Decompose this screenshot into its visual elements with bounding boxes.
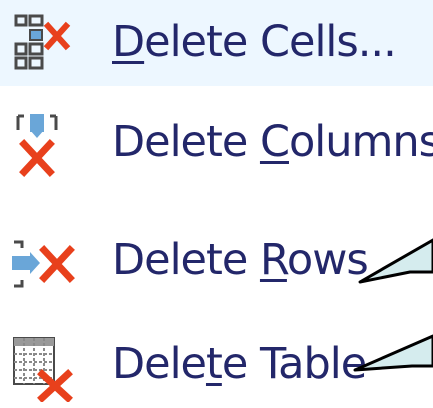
access-key: t xyxy=(205,339,223,389)
menu-item-delete-columns[interactable]: Delete Columns xyxy=(0,100,433,186)
delete-table-icon xyxy=(13,337,73,402)
delete-columns-icon xyxy=(16,114,58,177)
menu-item-delete-cells[interactable]: Delete Cells... xyxy=(0,0,433,86)
menu-item-delete-rows[interactable]: Delete Rows xyxy=(0,218,433,304)
access-key: R xyxy=(259,235,288,285)
menu-item-delete-table[interactable]: Delete Table xyxy=(0,322,433,408)
access-key: C xyxy=(259,117,290,167)
delete-cells-icon xyxy=(14,14,71,70)
access-key: D xyxy=(112,17,145,67)
menu-item-label: Delete Table xyxy=(112,339,367,389)
menu-item-label: Delete Rows xyxy=(112,235,369,285)
menu-item-label: Delete Columns xyxy=(112,117,433,167)
menu-item-label: Delete Cells... xyxy=(112,17,397,67)
delete-context-menu: Delete Cells... Delete Columns Delete Ro… xyxy=(0,0,433,408)
delete-rows-icon xyxy=(12,240,75,288)
